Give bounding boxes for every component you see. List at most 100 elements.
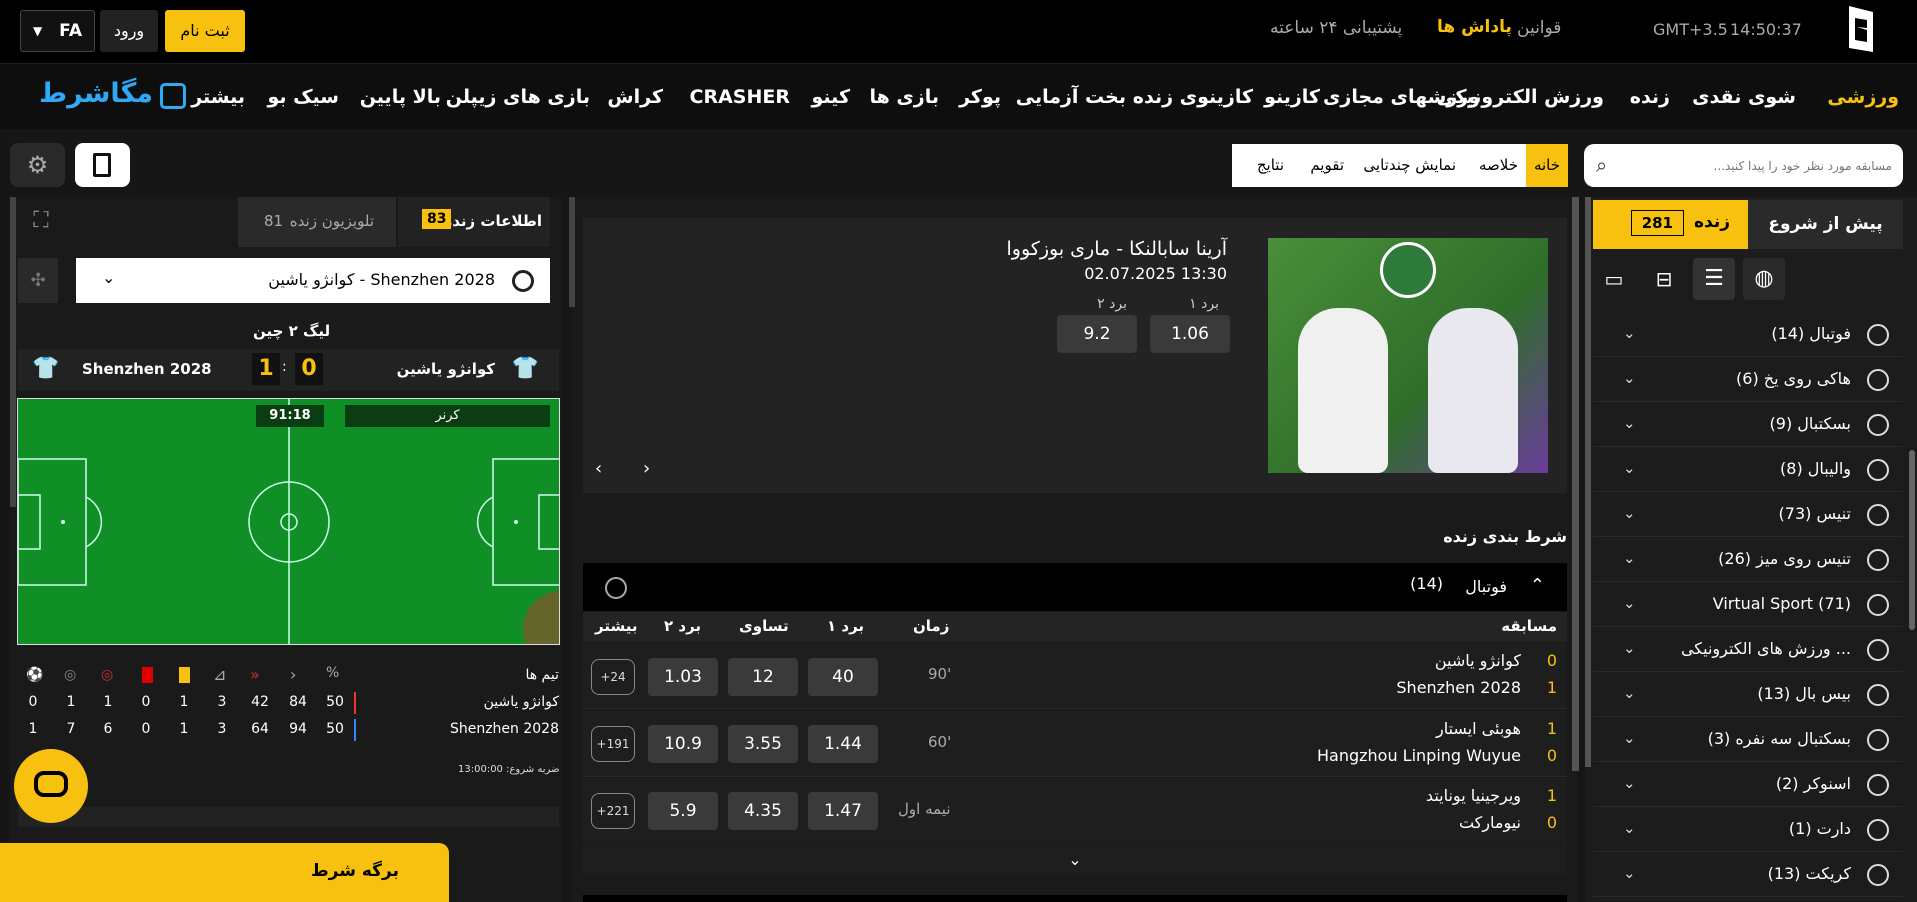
logo-dice-icon [160, 83, 186, 109]
row-score-away: 1 [1546, 678, 1557, 697]
sport-item-darts[interactable]: دارت (1) ⌄ [1593, 807, 1903, 852]
odd-draw[interactable]: 12 [728, 658, 798, 696]
pin-button[interactable]: ✣ [18, 258, 58, 303]
language-selector[interactable]: ▼ FA [20, 10, 95, 52]
nav-sports[interactable]: ورزشی [1827, 86, 1899, 108]
table-row[interactable]: 0 کوانژو یاشین 1 Shenzhen 2028 90' 40 12… [583, 643, 1567, 709]
nav-lottery[interactable]: بخت آزمایی [1016, 86, 1126, 108]
stat-away-yellow: 1 [179, 721, 189, 737]
nav-live[interactable]: زنده [1630, 86, 1670, 108]
odd-w2[interactable]: 5.9 [648, 792, 718, 830]
brand-logo-icon[interactable] [1843, 2, 1879, 58]
odd-w1[interactable]: 40 [808, 658, 878, 696]
nav-zeppelin[interactable]: بازی های زیپلن [446, 86, 590, 108]
betslip-button[interactable]: برگه شرط [0, 843, 449, 902]
chat-button[interactable] [14, 749, 88, 823]
sport-item-esports[interactable]: ورزش های الکترونیکی ... ⌄ [1593, 627, 1903, 672]
view-toggle-list[interactable]: ☰ [1693, 258, 1735, 300]
tab-calendar[interactable]: تقویم [1310, 156, 1344, 174]
banner-next-arrow[interactable]: › [643, 458, 650, 479]
calculator-button[interactable] [75, 143, 130, 187]
nav-casino[interactable]: کازینو [1264, 86, 1320, 108]
chevron-down-icon: ⌄ [1623, 459, 1636, 477]
list-icon: ☰ [1704, 266, 1724, 291]
banner-match-title[interactable]: آرینا سابالنکا - ماری بوزکووا [1007, 238, 1227, 260]
football-group-header[interactable]: ⌃ فوتبال (14) [583, 563, 1567, 611]
banner-prev-arrow[interactable]: ‹ [595, 458, 602, 479]
nav-virtual-sports[interactable]: ورزشهای مجازی [1323, 86, 1480, 108]
nav-games[interactable]: بازی ها [869, 86, 939, 108]
tab-live[interactable]: زنده 281 [1593, 200, 1748, 249]
sidebar-scroll-thumb[interactable] [1909, 450, 1915, 630]
live-panel-scrollbar[interactable] [10, 197, 16, 507]
view-toggle-globe[interactable]: ◍ [1743, 258, 1785, 300]
scoreboard: 👕 کوانژو یاشین 0 : 1 Shenzhen 2028 👕 [18, 349, 559, 391]
table-row[interactable]: 1 ویرجینیا یونایتد 0 نیومارکت نیمه اول 1… [583, 778, 1567, 844]
match-select-value: کوانژو یاشین - Shenzhen 2028 [268, 270, 495, 289]
tab-summary[interactable]: خلاصه [1479, 156, 1518, 174]
expand-icon: ⛶ [33, 208, 49, 233]
tab-home[interactable]: خانه [1526, 144, 1568, 187]
panel-scrollbar-right[interactable] [569, 197, 575, 307]
register-button[interactable]: ثبت نام [165, 10, 245, 52]
sport-label: تنیس (73) [1778, 504, 1851, 523]
odd-w2[interactable]: 10.9 [648, 725, 718, 763]
match-select[interactable]: کوانژو یاشین - Shenzhen 2028 ⌄ [76, 258, 550, 303]
sport-item-virtual[interactable]: Virtual Sport (71) ⌄ [1593, 582, 1903, 627]
more-markets-button[interactable]: +191 [591, 726, 635, 762]
shots-on-target-icon: » [250, 665, 260, 684]
sport-item-basketball-3x3[interactable]: بسکتبال سه نفره (3) ⌄ [1593, 717, 1903, 762]
tab-results[interactable]: نتایج [1257, 156, 1284, 174]
search-box[interactable]: ⌕ [1584, 144, 1903, 187]
fullscreen-button[interactable]: ⛶ [26, 208, 56, 236]
odd-draw[interactable]: 3.55 [728, 725, 798, 763]
nav-crasher[interactable]: CRASHER [690, 86, 790, 108]
odd-w2[interactable]: 1.03 [648, 658, 718, 696]
tab-prematch[interactable]: پیش از شروع [1748, 200, 1903, 249]
sport-item-hockey[interactable]: هاکی روی یخ (6) ⌄ [1593, 357, 1903, 402]
support-link[interactable]: پشتیبانی ۲۴ ساعته [1270, 18, 1402, 38]
center-scrollbar[interactable] [1572, 197, 1579, 771]
rules-link[interactable]: قوانین [1517, 18, 1561, 38]
sport-item-baseball[interactable]: بیس بال (13) ⌄ [1593, 672, 1903, 717]
nav-keno[interactable]: کینو [812, 86, 850, 108]
nav-hi-lo[interactable]: بالا پایین [360, 86, 441, 108]
banner-win2-odd[interactable]: 9.2 [1057, 315, 1137, 353]
odd-draw[interactable]: 4.35 [728, 792, 798, 830]
megashart-logo[interactable]: مگاشرط [28, 76, 193, 116]
table-row[interactable]: 1 هوبئی ایستار 0 Hangzhou Linping Wuyue … [583, 710, 1567, 777]
tab-live-info[interactable]: اطلاعات زنده 83 [398, 197, 550, 247]
tab-multiview[interactable]: نمایش چندتایی [1363, 156, 1456, 174]
nav-poker[interactable]: پوکر [959, 86, 1001, 108]
sport-item-cricket[interactable]: کریکت (13) ⌄ [1593, 852, 1903, 897]
nav-cash-show[interactable]: شوی نقدی [1692, 86, 1796, 108]
more-markets-button[interactable]: +24 [591, 659, 635, 695]
sport-item-football[interactable]: فوتبال (14) ⌄ [1593, 312, 1903, 357]
odd-w1[interactable]: 1.44 [808, 725, 878, 763]
featured-banner[interactable]: آرینا سابالنکا - ماری بوزکووا 02.07.2025… [583, 218, 1567, 493]
bonuses-link[interactable]: پاداش ها [1437, 17, 1512, 37]
banner-win1-odd[interactable]: 1.06 [1150, 315, 1230, 353]
settings-button[interactable]: ⚙ [10, 143, 65, 187]
nav-live-casino[interactable]: کازینوی زنده [1133, 86, 1253, 108]
nav-more[interactable]: بیشتر [191, 86, 245, 108]
scrollbar[interactable] [1585, 197, 1591, 767]
sport-label: تنیس روی میز (26) [1718, 549, 1851, 568]
sport-item-tennis[interactable]: تنیس (73) ⌄ [1593, 492, 1903, 537]
view-toggle-field[interactable]: ⊟ [1643, 258, 1685, 300]
sport-item-basketball[interactable]: بسکتبال (9) ⌄ [1593, 402, 1903, 447]
nav-sic-bo[interactable]: سیک بو [267, 86, 339, 108]
tab-live-tv[interactable]: تلویزیون زنده 81 [238, 197, 396, 247]
sport-item-volleyball[interactable]: والیبال (8) ⌄ [1593, 447, 1903, 492]
nav-crash[interactable]: کراش [607, 86, 663, 108]
match-clock: 91:18 [256, 405, 324, 427]
search-input[interactable] [1624, 152, 1892, 179]
login-button[interactable]: ورود [100, 10, 158, 52]
sport-item-snooker[interactable]: اسنوکر (2) ⌄ [1593, 762, 1903, 807]
show-more-button[interactable]: ⌄ [583, 845, 1567, 875]
odd-w1[interactable]: 1.47 [808, 792, 878, 830]
view-toggle-tv[interactable]: ▭ [1593, 258, 1635, 300]
more-markets-button[interactable]: +221 [591, 793, 635, 829]
sport-item-table-tennis[interactable]: تنیس روی میز (26) ⌄ [1593, 537, 1903, 582]
chevron-down-icon: ⌄ [1068, 850, 1082, 869]
